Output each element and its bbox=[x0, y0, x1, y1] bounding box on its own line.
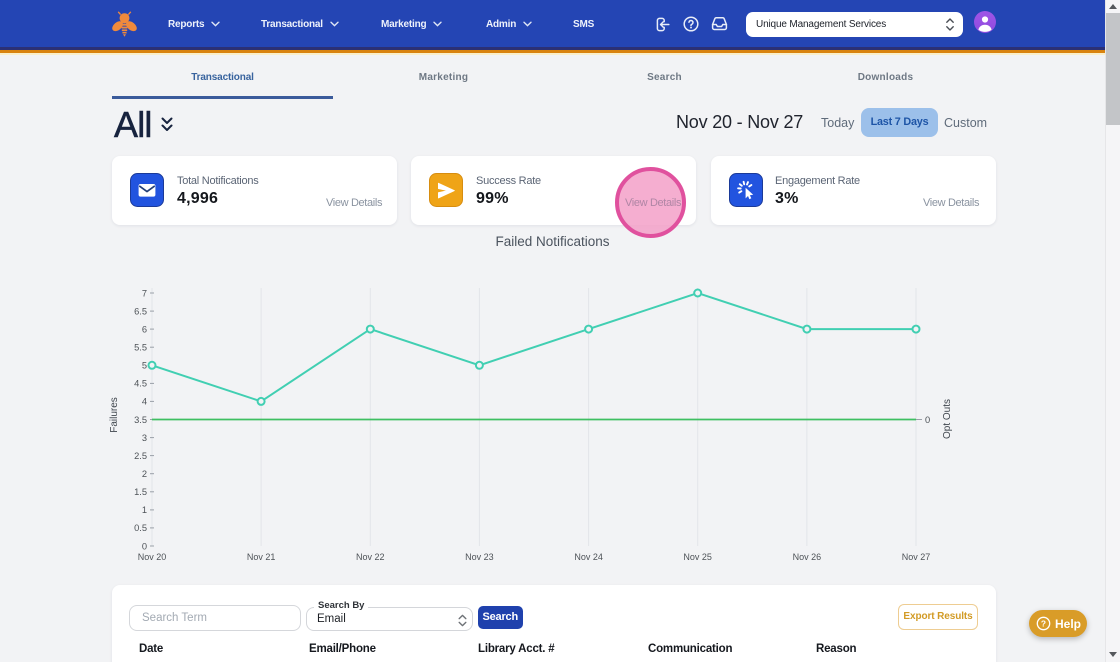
svg-text:5.5: 5.5 bbox=[134, 343, 147, 353]
svg-text:0: 0 bbox=[142, 541, 147, 551]
svg-text:0.5: 0.5 bbox=[134, 523, 147, 533]
svg-text:Nov 21: Nov 21 bbox=[247, 552, 276, 562]
svg-text:2.5: 2.5 bbox=[134, 451, 147, 461]
svg-text:Nov 25: Nov 25 bbox=[683, 552, 712, 562]
svg-text:6.5: 6.5 bbox=[134, 306, 147, 316]
svg-text:6: 6 bbox=[142, 324, 147, 334]
svg-text:0: 0 bbox=[925, 415, 930, 425]
svg-text:Nov 20: Nov 20 bbox=[138, 552, 167, 562]
svg-text:1.5: 1.5 bbox=[134, 487, 147, 497]
svg-text:5: 5 bbox=[142, 361, 147, 371]
svg-text:7: 7 bbox=[142, 288, 147, 298]
svg-text:Nov 22: Nov 22 bbox=[356, 552, 385, 562]
svg-text:?: ? bbox=[1041, 619, 1046, 629]
svg-text:1: 1 bbox=[142, 505, 147, 515]
svg-text:Opt Outs: Opt Outs bbox=[942, 399, 953, 439]
svg-text:4.5: 4.5 bbox=[134, 379, 147, 389]
svg-text:Failures: Failures bbox=[109, 397, 120, 433]
svg-text:2: 2 bbox=[142, 469, 147, 479]
svg-text:Nov 24: Nov 24 bbox=[574, 552, 603, 562]
svg-text:Nov 26: Nov 26 bbox=[793, 552, 822, 562]
svg-text:Nov 27: Nov 27 bbox=[902, 552, 931, 562]
svg-text:3.5: 3.5 bbox=[134, 415, 147, 425]
svg-text:Nov 23: Nov 23 bbox=[465, 552, 494, 562]
svg-text:3: 3 bbox=[142, 433, 147, 443]
svg-text:4: 4 bbox=[142, 397, 147, 407]
